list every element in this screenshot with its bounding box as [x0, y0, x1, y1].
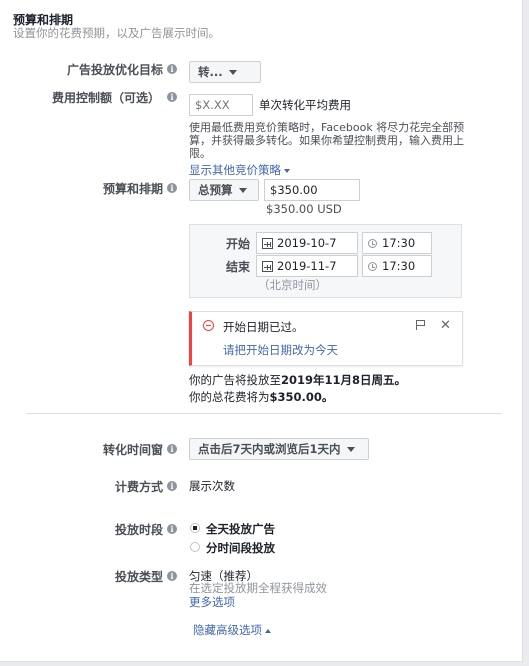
end-label: 结束 — [226, 260, 251, 274]
close-icon[interactable]: ✕ — [440, 319, 451, 332]
conversion-window-value: 点击后7天内或浏览后1天内 — [198, 442, 341, 456]
bid-cap-help: 使用最低费用竞价策略时，Facebook 将尽力花完全部预 算，并获得最多转化。… — [189, 121, 494, 160]
error-message: 开始日期已过。 — [223, 320, 304, 334]
budget-schedule-panel: 预算和排期 设置你的花费预期，以及广告展示时间。 广告投放优化目标 i 转...… — [0, 0, 523, 662]
error-icon — [203, 320, 214, 331]
clock-icon — [368, 239, 377, 248]
info-icon[interactable]: i — [167, 524, 177, 534]
conversion-window-dropdown[interactable]: 点击后7天内或浏览后1天内 — [189, 438, 369, 460]
end-time-input[interactable]: 17:30 — [362, 255, 432, 277]
radio-all-day[interactable] — [190, 523, 200, 533]
run-summary: 你的广告将投放至2019年11月8日周五。 — [189, 372, 406, 388]
start-time-value: 17:30 — [382, 236, 416, 250]
info-icon[interactable]: i — [167, 481, 177, 491]
feedback-flag-icon[interactable] — [416, 320, 425, 330]
clock-icon — [368, 262, 377, 271]
chevron-down-icon — [228, 70, 237, 75]
ad-scheduling-label: 投放时段 — [114, 523, 163, 537]
radio-schedule[interactable] — [190, 542, 200, 552]
info-icon[interactable]: i — [167, 64, 177, 74]
run-summary-prefix: 你的广告将投放至 — [189, 373, 281, 387]
radio-schedule-label[interactable]: 分时间段投放 — [206, 540, 275, 556]
fix-start-date-link[interactable]: 请把开始日期改为今天 — [223, 342, 338, 358]
conversion-window-label: 转化时间窗 — [102, 443, 163, 457]
bid-cap-unit: 单次转化平均费用 — [259, 98, 351, 112]
show-bid-strategies-link[interactable]: 显示其他竞价策略 — [189, 162, 290, 178]
start-time-input[interactable]: 17:30 — [362, 232, 432, 254]
info-icon[interactable]: i — [167, 183, 177, 193]
run-summary-date: 2019年11月8日周五。 — [281, 373, 407, 387]
chevron-down-icon — [284, 168, 290, 173]
end-time-value: 17:30 — [382, 259, 416, 273]
budget-type-value: 总预算 — [198, 183, 233, 197]
timezone-note: （北京时间） — [258, 278, 327, 292]
section-divider — [27, 413, 501, 414]
billing-value: 展示次数 — [189, 479, 235, 493]
start-date-input[interactable]: 2019-10-7 — [256, 232, 358, 254]
bid-cap-input[interactable] — [189, 94, 253, 116]
hide-advanced-link[interactable]: 隐藏高级选项 — [193, 622, 271, 638]
end-date-input[interactable]: 2019-11-7 — [256, 255, 358, 277]
bid-cap-help-line: 使用最低费用竞价策略时，Facebook 将尽力花完全部预 — [189, 121, 465, 134]
show-bid-strategies-label: 显示其他竞价策略 — [189, 163, 281, 177]
chevron-down-icon — [346, 447, 355, 452]
calendar-icon — [262, 238, 273, 249]
more-options-link[interactable]: 更多选项 — [189, 594, 235, 610]
budget-type-dropdown[interactable]: 总预算 — [189, 179, 259, 201]
chevron-down-icon — [238, 188, 247, 193]
bid-cap-help-line: 算，并获得最多转化。如果你希望控制费用，输入费用上 — [189, 134, 464, 147]
budget-amount-input[interactable]: $350.00 — [264, 179, 360, 201]
spend-summary-prefix: 你的总花费将为 — [189, 390, 270, 404]
optimization-dropdown[interactable]: 转... — [189, 61, 261, 83]
radio-all-day-label[interactable]: 全天投放广告 — [206, 521, 275, 537]
start-date-value: 2019-10-7 — [277, 236, 337, 250]
info-icon[interactable]: i — [167, 92, 177, 102]
section-subtitle: 设置你的花费预期，以及广告展示时间。 — [13, 26, 220, 40]
billing-label: 计费方式 — [114, 480, 163, 494]
budget-amount-note: $350.00 USD — [266, 202, 342, 216]
start-label: 开始 — [226, 237, 251, 251]
optimization-label: 广告投放优化目标 — [66, 63, 163, 77]
delivery-type-label: 投放类型 — [114, 570, 163, 584]
chevron-up-icon — [265, 628, 271, 633]
hide-advanced-label: 隐藏高级选项 — [193, 623, 262, 637]
spend-summary: 你的总花费将为$350.00。 — [189, 389, 333, 405]
bid-cap-label: 费用控制额（可选） — [51, 91, 160, 105]
end-date-value: 2019-11-7 — [277, 259, 337, 273]
optimization-value: 转... — [198, 65, 223, 79]
info-icon[interactable]: i — [167, 571, 177, 581]
calendar-icon — [262, 261, 273, 272]
spend-summary-value: $350.00。 — [269, 390, 334, 404]
bid-cap-help-line: 限。 — [189, 147, 211, 160]
info-icon[interactable]: i — [167, 444, 177, 454]
budget-label: 预算和排期 — [102, 182, 163, 196]
